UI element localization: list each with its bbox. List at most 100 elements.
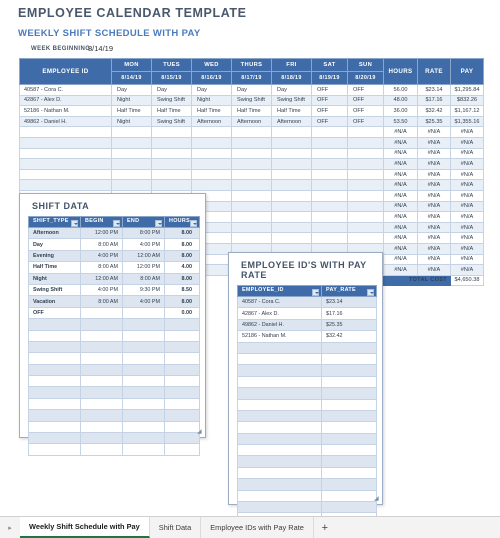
cell-employee[interactable]: 49862 - Daniel H.: [19, 115, 112, 128]
cell-begin[interactable]: [80, 386, 123, 399]
cell-shift-day-4[interactable]: Half Time: [231, 105, 272, 117]
cell-pay-rate[interactable]: [321, 455, 377, 468]
cell-shift-day-5[interactable]: Swing Shift: [271, 94, 312, 107]
cell-shift-day-6[interactable]: [311, 158, 348, 170]
cell-end[interactable]: 4:00 PM: [122, 295, 165, 308]
cell-pay-rate[interactable]: [321, 478, 377, 491]
cell-hours[interactable]: 8.00: [164, 249, 200, 263]
cell-hours[interactable]: [164, 352, 200, 365]
cell-hours[interactable]: #N/A: [383, 136, 418, 149]
cell-shift-day-6[interactable]: [311, 168, 348, 181]
cell-shift-day-1[interactable]: [111, 126, 152, 138]
cell-begin[interactable]: [80, 375, 123, 388]
cell-employee-id[interactable]: [237, 375, 322, 389]
list-item[interactable]: [237, 455, 377, 468]
list-item[interactable]: [28, 329, 200, 342]
cell-pay[interactable]: #N/A: [450, 126, 484, 138]
cell-shift-type[interactable]: [28, 375, 81, 388]
list-item[interactable]: Afternoon 12:00 PM 8:00 PM 8.00: [28, 226, 200, 240]
cell-rate[interactable]: #N/A: [417, 136, 451, 149]
cell-shift-day-6[interactable]: [311, 221, 348, 234]
cell-end[interactable]: [122, 340, 165, 354]
cell-hours[interactable]: [164, 432, 200, 445]
filter-icon[interactable]: [155, 219, 162, 227]
cell-hours[interactable]: #N/A: [383, 126, 418, 138]
rate-col-employee-id[interactable]: EMPLOYEE_ID: [237, 285, 322, 297]
cell-pay-rate[interactable]: $17.16: [321, 307, 377, 320]
cell-pay-rate[interactable]: [321, 398, 377, 411]
cell-hours[interactable]: 48.00: [383, 94, 418, 107]
tab-nav-icon[interactable]: ▸: [0, 517, 20, 538]
table-row[interactable]: #N/A #N/A #N/A: [19, 179, 484, 191]
cell-shift-day-2[interactable]: Half Time: [151, 105, 192, 117]
cell-employee[interactable]: 42867 - Alex D.: [19, 94, 112, 107]
cell-begin[interactable]: [80, 340, 123, 354]
cell-shift-day-2[interactable]: [151, 179, 192, 191]
cell-shift-day-3[interactable]: [191, 126, 232, 138]
cell-shift-day-6[interactable]: [311, 189, 348, 202]
cell-shift-day-6[interactable]: OFF: [311, 105, 348, 117]
cell-rate[interactable]: $25.35: [417, 115, 451, 128]
cell-hours[interactable]: #N/A: [383, 242, 418, 255]
cell-employee-id[interactable]: [237, 466, 322, 480]
cell-rate[interactable]: $32.42: [417, 105, 451, 117]
cell-shift-day-7[interactable]: [347, 158, 384, 170]
list-item[interactable]: 40587 - Cora C. $23.14: [237, 295, 377, 309]
cell-hours[interactable]: 8.00: [164, 295, 200, 308]
filter-icon[interactable]: [113, 219, 120, 227]
cell-shift-day-4[interactable]: [231, 126, 272, 138]
cell-begin[interactable]: [80, 363, 123, 377]
cell-hours[interactable]: [164, 397, 200, 411]
table-row[interactable]: 49862 - Daniel H. Night Swing Shift Afterno…: [19, 115, 484, 128]
cell-employee-id[interactable]: [237, 387, 322, 400]
cell-begin[interactable]: [80, 443, 123, 456]
cell-shift-type[interactable]: [28, 397, 81, 411]
list-item[interactable]: [28, 443, 200, 456]
list-item[interactable]: [237, 421, 377, 434]
cell-employee[interactable]: [19, 168, 112, 181]
cell-shift-day-7[interactable]: [347, 147, 384, 160]
cell-shift-day-5[interactable]: [271, 179, 312, 191]
cell-shift-day-1[interactable]: [111, 136, 152, 149]
cell-pay-rate[interactable]: [321, 489, 377, 503]
cell-pay[interactable]: #N/A: [450, 221, 484, 234]
cell-shift-type[interactable]: Swing Shift: [28, 283, 81, 297]
pay-rate-panel[interactable]: EMPLOYEE ID'S WITH PAY RATE EMPLOYEE_ID …: [228, 252, 383, 538]
table-row[interactable]: 42867 - Alex D. Night Swing Shift Night Swin…: [19, 94, 484, 107]
cell-shift-day-6[interactable]: [311, 136, 348, 149]
cell-hours[interactable]: [164, 375, 200, 388]
cell-pay[interactable]: #N/A: [450, 179, 484, 191]
table-row[interactable]: #N/A #N/A #N/A: [19, 136, 484, 149]
cell-pay-rate[interactable]: [321, 466, 377, 480]
cell-pay[interactable]: #N/A: [450, 211, 484, 223]
cell-hours[interactable]: #N/A: [383, 189, 418, 202]
cell-shift-day-2[interactable]: [151, 168, 192, 181]
filter-icon[interactable]: [367, 288, 374, 296]
cell-shift-day-4[interactable]: Day: [231, 84, 272, 96]
cell-pay-rate[interactable]: [321, 444, 377, 457]
cell-shift-day-7[interactable]: OFF: [347, 84, 384, 96]
cell-shift-day-6[interactable]: [311, 200, 348, 213]
cell-rate[interactable]: $23.14: [417, 84, 451, 96]
cell-shift-day-4[interactable]: [231, 221, 272, 234]
list-item[interactable]: 42867 - Alex D. $17.16: [237, 307, 377, 320]
table-row[interactable]: 40587 - Cora C. Day Day Day Day Day OFF OFF 56.0…: [19, 84, 484, 96]
cell-shift-day-2[interactable]: Day: [151, 84, 192, 96]
cell-begin[interactable]: 12:00 PM: [80, 226, 123, 240]
cell-hours[interactable]: 8.00: [164, 238, 200, 251]
cell-shift-day-6[interactable]: [311, 179, 348, 191]
cell-hours[interactable]: [164, 386, 200, 399]
cell-shift-day-4[interactable]: [231, 179, 272, 191]
cell-hours[interactable]: [164, 420, 200, 434]
cell-shift-type[interactable]: [28, 420, 81, 434]
cell-end[interactable]: 8:00 PM: [122, 226, 165, 240]
cell-shift-type[interactable]: [28, 432, 81, 445]
resize-grip-icon[interactable]: ◢: [197, 429, 202, 435]
cell-hours[interactable]: [164, 318, 200, 331]
filter-icon[interactable]: [71, 219, 78, 227]
cell-pay-rate[interactable]: [321, 375, 377, 389]
cell-rate[interactable]: #N/A: [417, 211, 451, 223]
table-row[interactable]: #N/A #N/A #N/A: [19, 168, 484, 181]
list-item[interactable]: OFF 0.00: [28, 306, 200, 320]
cell-shift-day-2[interactable]: [151, 158, 192, 170]
